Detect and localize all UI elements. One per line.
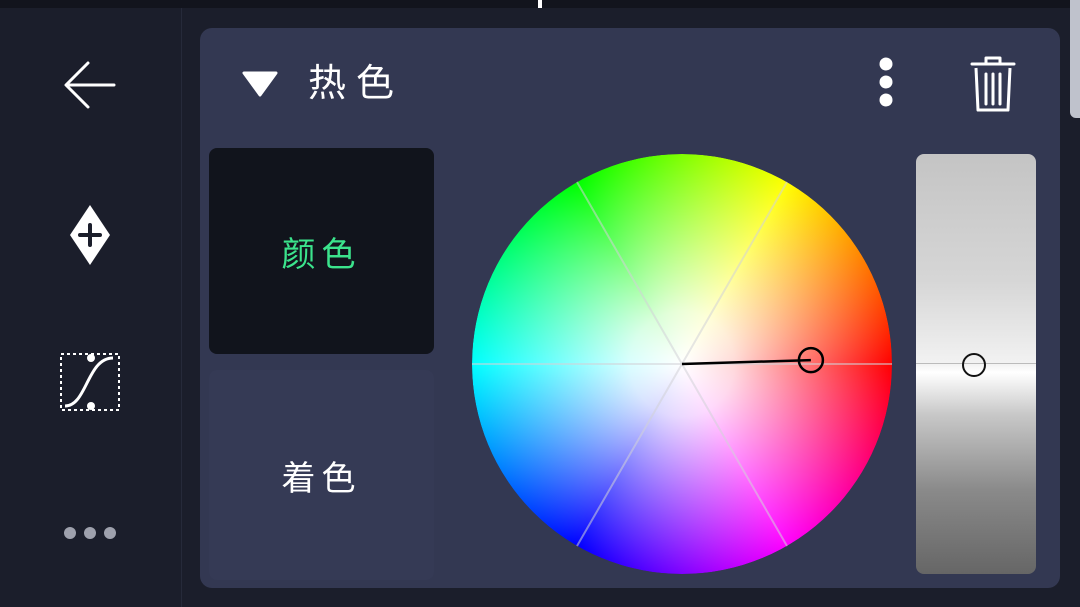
collapse-button[interactable] bbox=[238, 64, 282, 104]
add-keyframe-button[interactable] bbox=[50, 200, 130, 270]
more-options-button[interactable] bbox=[866, 56, 906, 112]
curve-button[interactable] bbox=[50, 347, 130, 417]
status-bar bbox=[0, 0, 1080, 8]
back-arrow-icon bbox=[64, 61, 116, 109]
scrollbar[interactable] bbox=[1070, 0, 1080, 118]
curve-icon bbox=[60, 353, 120, 411]
add-keyframe-icon bbox=[70, 205, 110, 265]
delete-button[interactable] bbox=[962, 52, 1024, 116]
triangle-down-icon bbox=[242, 71, 278, 97]
color-wheel-overlay bbox=[472, 181, 892, 547]
more-horizontal-icon bbox=[64, 527, 116, 539]
mode-tab-tint[interactable]: 着色 bbox=[209, 370, 434, 580]
brightness-slider-handle[interactable] bbox=[962, 353, 986, 377]
mode-tab-color[interactable]: 颜色 bbox=[209, 148, 434, 354]
back-button[interactable] bbox=[50, 50, 130, 120]
left-toolbar bbox=[0, 8, 182, 607]
more-tools-button[interactable] bbox=[50, 498, 130, 568]
trash-icon bbox=[970, 56, 1016, 112]
status-bar-indicator bbox=[538, 0, 542, 8]
more-vertical-icon bbox=[879, 57, 893, 107]
effect-title: 热色 bbox=[308, 61, 405, 105]
